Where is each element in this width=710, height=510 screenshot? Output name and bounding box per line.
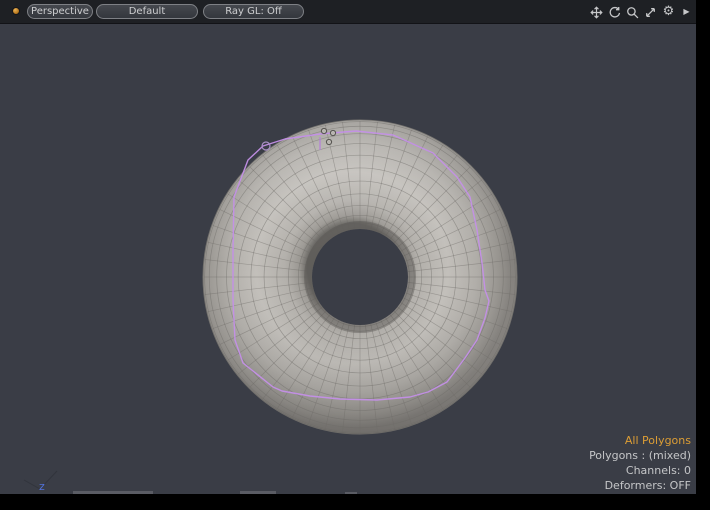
pan-icon[interactable] (589, 3, 604, 21)
rotate-icon[interactable] (607, 3, 622, 21)
viewport-window: Perspective Default Ray GL: Off (0, 0, 710, 510)
crop-border (696, 0, 710, 510)
flyout-arrow-icon[interactable]: ▶ (679, 3, 694, 21)
hud-channels: Channels: 0 (589, 463, 691, 478)
perspective-view-button[interactable]: Perspective (27, 4, 93, 19)
torus-mesh (203, 120, 517, 434)
raygl-toggle-button[interactable]: Ray GL: Off (203, 4, 304, 19)
hud-deformers: Deformers: OFF (589, 478, 691, 493)
tool-handle-dots[interactable] (262, 128, 336, 150)
hud-info: All Polygons Polygons : (mixed) Channels… (589, 433, 691, 493)
maximize-icon[interactable] (643, 3, 658, 21)
crop-border (0, 494, 710, 510)
hole-contact-shadow (308, 225, 412, 329)
shading-default-button[interactable]: Default (96, 4, 198, 19)
torus-wireframe (204, 121, 516, 433)
viewport-nav-tools: ⚙ ▶ (589, 2, 694, 22)
hud-polygons: Polygons : (mixed) (589, 448, 691, 463)
edge-loop-selection[interactable] (233, 131, 489, 400)
hud-selection-mode: All Polygons (589, 433, 691, 448)
zoom-icon[interactable] (625, 3, 640, 21)
settings-gear-icon[interactable]: ⚙ (661, 3, 676, 21)
status-dot[interactable] (12, 7, 20, 15)
axis-z-label: z (39, 480, 45, 493)
